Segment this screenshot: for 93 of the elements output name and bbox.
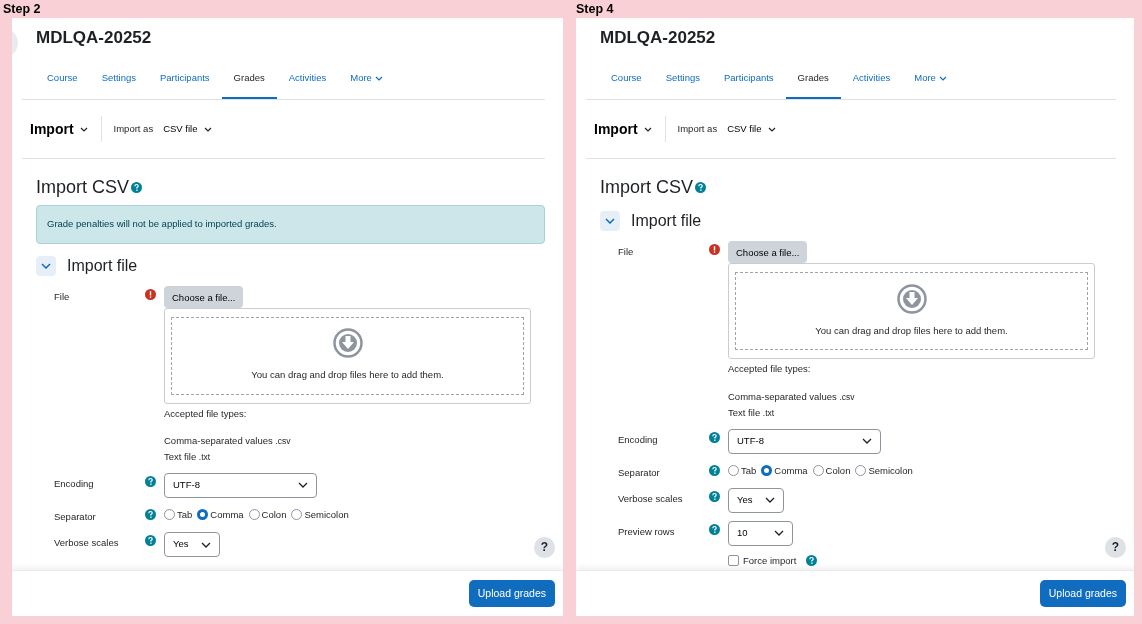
nav-tab[interactable]: Participants bbox=[147, 58, 222, 100]
nav-tab[interactable]: Grades bbox=[221, 58, 277, 100]
nav-tab[interactable]: More bbox=[902, 58, 959, 100]
file-drop-area[interactable]: You can drag and drop files here to add them. bbox=[164, 307, 531, 404]
section-title: Import file bbox=[67, 255, 138, 276]
caret-icon bbox=[767, 126, 776, 132]
import-type-dropdown[interactable]: CSV file bbox=[727, 122, 776, 137]
accepted-types-label: Accepted file types: bbox=[164, 406, 248, 421]
upload-grades-button[interactable]: Upload grades bbox=[468, 579, 555, 608]
nav-tab[interactable]: Settings bbox=[89, 58, 148, 100]
import-as-label: Import as bbox=[677, 122, 718, 137]
nav-tab[interactable]: More bbox=[338, 58, 395, 100]
nav-tab[interactable]: Course bbox=[599, 58, 654, 100]
caret-icon bbox=[643, 126, 652, 132]
help-icon bbox=[806, 555, 818, 567]
info-notice: Grade penalties will not be applied to imported grades. bbox=[36, 205, 545, 244]
chevron-icon bbox=[605, 218, 615, 225]
page-heading: Import CSV bbox=[600, 176, 694, 200]
field-label: Separator bbox=[618, 466, 660, 478]
nav-tab[interactable]: Participants bbox=[711, 58, 786, 100]
radio-label: Tab bbox=[177, 507, 193, 522]
radio-label: Colon bbox=[825, 463, 851, 478]
step-label: Step 4 bbox=[576, 1, 615, 18]
choose-file-button[interactable]: Choose a file... bbox=[164, 285, 244, 308]
field-label: Separator bbox=[54, 510, 96, 522]
file-type: Comma-separated values .csv bbox=[728, 390, 855, 402]
accepted-types-label: Accepted file types: bbox=[728, 362, 812, 377]
radio-label: Colon bbox=[261, 507, 287, 522]
field-label: Preview rows bbox=[618, 525, 675, 537]
caret-icon bbox=[79, 126, 88, 132]
choose-file-button[interactable]: Choose a file... bbox=[728, 241, 808, 264]
page-heading: Import CSV bbox=[36, 176, 130, 200]
chevron-icon bbox=[862, 438, 872, 444]
upload-grades-button[interactable]: Upload grades bbox=[1039, 579, 1126, 608]
checkbox[interactable] bbox=[728, 555, 739, 567]
file-type: Comma-separated values .csv bbox=[164, 434, 291, 446]
section-title: Import file bbox=[631, 211, 702, 232]
radio-button[interactable] bbox=[197, 509, 209, 521]
radio-label: Comma bbox=[774, 463, 808, 478]
nav-tab[interactable]: Course bbox=[35, 58, 90, 100]
import-type-dropdown[interactable]: CSV file bbox=[163, 122, 212, 137]
file-type: Text file .txt bbox=[164, 450, 211, 462]
radio-button[interactable] bbox=[728, 465, 739, 477]
file-drop-area[interactable]: You can drag and drop files here to add them. bbox=[728, 263, 1095, 360]
import-menu[interactable]: Import bbox=[30, 118, 96, 140]
radio-button[interactable] bbox=[812, 465, 824, 477]
field-label: Encoding bbox=[618, 433, 658, 445]
select-field[interactable]: Yes bbox=[164, 532, 220, 557]
radio-button[interactable] bbox=[291, 509, 303, 521]
help-icon bbox=[695, 181, 707, 193]
nav-tab[interactable]: Activities bbox=[840, 58, 903, 100]
download-icon bbox=[332, 328, 363, 359]
radio-button[interactable] bbox=[164, 509, 175, 521]
help-button[interactable]: ? bbox=[1105, 537, 1126, 558]
drop-hint: You can drag and drop files here to add them. bbox=[251, 368, 444, 383]
download-icon bbox=[896, 284, 927, 315]
help-button[interactable]: ? bbox=[534, 537, 555, 558]
file-type: Text file .txt bbox=[728, 406, 775, 418]
course-title: MDLQA-20252 bbox=[600, 27, 717, 49]
select-field[interactable]: UTF-8 bbox=[728, 428, 881, 454]
radio-button[interactable] bbox=[761, 465, 773, 477]
import-menu[interactable]: Import bbox=[594, 118, 660, 140]
checkbox-label: Force import bbox=[743, 553, 797, 568]
collapse-toggle[interactable] bbox=[36, 255, 56, 276]
drop-hint: You can drag and drop files here to add them. bbox=[815, 324, 1008, 339]
chevron-icon bbox=[764, 497, 775, 504]
field-label: Verbose scales bbox=[618, 492, 683, 504]
select-field[interactable]: 10 bbox=[728, 520, 793, 546]
select-field[interactable]: UTF-8 bbox=[164, 472, 317, 498]
chevron-icon bbox=[298, 482, 308, 489]
nav-tab[interactable]: Settings bbox=[653, 58, 712, 100]
field-label: File bbox=[618, 246, 634, 258]
caret-icon bbox=[203, 126, 212, 132]
chevron-icon bbox=[200, 541, 211, 548]
radio-label: Semicolon bbox=[868, 463, 913, 478]
collapse-toggle[interactable] bbox=[600, 211, 620, 232]
radio-label: Tab bbox=[741, 463, 757, 478]
radio-label: Semicolon bbox=[304, 507, 349, 522]
radio-label: Comma bbox=[210, 507, 244, 522]
nav-tab[interactable]: Grades bbox=[785, 58, 841, 100]
step-label: Step 2 bbox=[3, 1, 42, 18]
radio-button[interactable] bbox=[248, 509, 260, 521]
field-label: Encoding bbox=[54, 477, 94, 489]
field-label: Verbose scales bbox=[54, 537, 119, 548]
field-label: File bbox=[54, 290, 70, 302]
help-icon bbox=[131, 181, 143, 193]
chevron-icon bbox=[774, 530, 784, 537]
nav-tab[interactable]: Activities bbox=[276, 58, 339, 100]
select-field[interactable]: Yes bbox=[728, 487, 784, 513]
chevron-icon bbox=[41, 262, 51, 269]
import-as-label: Import as bbox=[113, 122, 154, 137]
radio-button[interactable] bbox=[855, 465, 867, 477]
course-title: MDLQA-20252 bbox=[36, 27, 153, 49]
